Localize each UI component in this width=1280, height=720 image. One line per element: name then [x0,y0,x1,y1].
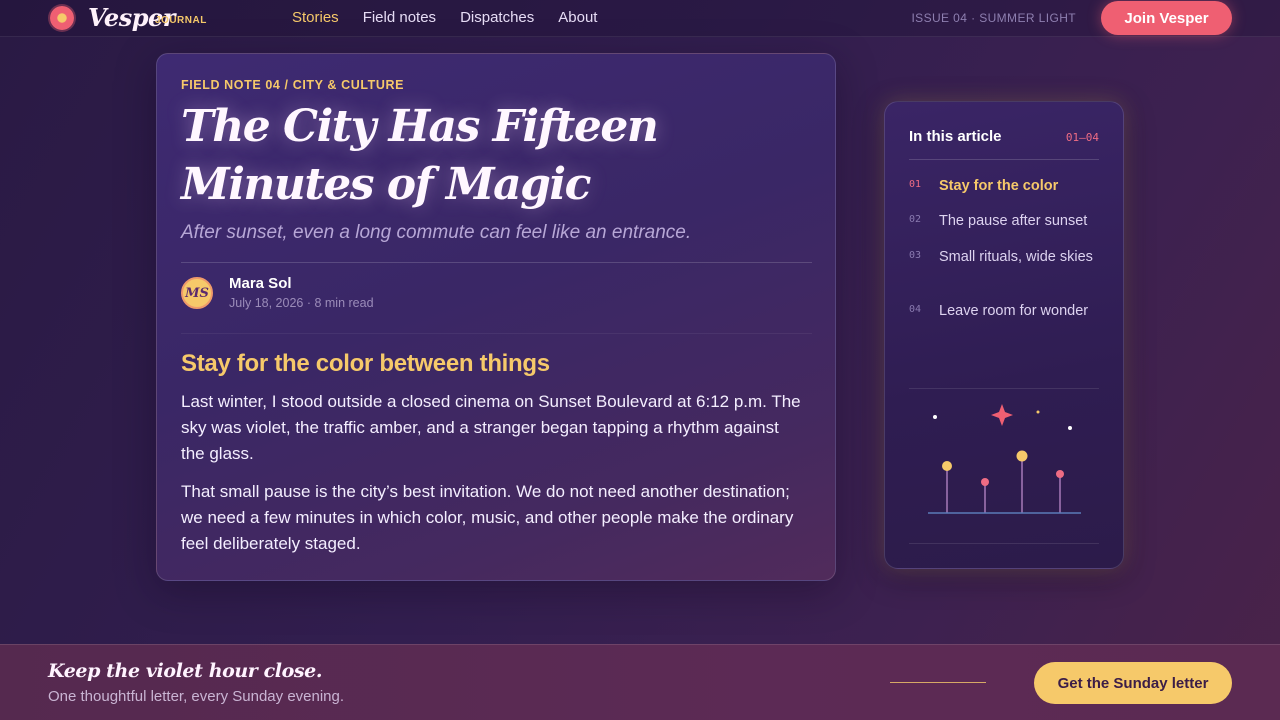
toc-item-stay-for-the-color[interactable]: 01 Stay for the color [909,177,1104,196]
toc-item-number: 03 [909,250,922,261]
join-vesper-button[interactable]: Join Vesper [1101,1,1232,35]
divider [909,159,1099,160]
decorative-line [890,682,986,683]
divider [909,388,1099,389]
night-city-illustration-icon [928,404,1081,514]
toc-range: 01–04 [1065,131,1099,144]
article-paragraph: Last winter, I stood outside a closed ci… [181,392,801,463]
lamp-icon [942,461,952,471]
nav-dispatches[interactable]: Dispatches [460,9,534,26]
toc-item-small-rituals[interactable]: 03 Small rituals, wide skies [909,248,1104,267]
section-heading: Stay for the color between things [181,350,550,377]
nav-field-notes[interactable]: Field notes [363,9,436,26]
get-sunday-letter-button[interactable]: Get the Sunday letter [1034,662,1232,704]
article-card: FIELD NOTE 04 / CITY & CULTURE The City … [156,53,836,581]
newsletter-footer: Keep the violet hour close. One thoughtf… [0,644,1280,720]
toc-item-label: Small rituals, wide skies [939,249,1093,265]
divider [181,262,812,263]
toc-item-label: Stay for the color [939,178,1059,194]
toc-item-number: 04 [909,304,922,315]
divider [909,543,1099,544]
footer-subtitle: One thoughtful letter, every Sunday even… [48,688,345,705]
article-dek: After sunset, even a long commute can fe… [181,222,692,243]
nav-stories[interactable]: Stories [292,9,339,26]
author-avatar[interactable]: MS [181,277,213,309]
brand-subtitle: JOURNAL [155,15,207,26]
sparkle-icon [991,404,1013,426]
toc-item-label: Leave room for wonder [939,303,1089,319]
top-navigation-bar: Vesper JOURNAL Stories Field notes Dispa… [0,0,1280,37]
star-icon [933,415,937,419]
article-meta: July 18, 2026 · 8 min read [229,296,374,310]
author-name[interactable]: Mara Sol [229,275,292,292]
toc-item-number: 02 [909,214,922,225]
star-icon [1036,410,1040,414]
lamp-icon [1016,450,1028,462]
article-paragraph: That small pause is the city’s best invi… [181,482,794,553]
divider [181,333,812,334]
article-eyebrow: FIELD NOTE 04 / CITY & CULTURE [181,78,405,92]
main-nav: Stories Field notes Dispatches About [292,9,597,26]
toc-item-label: The pause after sunset [939,213,1088,229]
toc-item-number: 01 [909,179,922,190]
table-of-contents: In this article 01–04 01 Stay for the co… [884,101,1124,569]
toc-item-the-pause-after-sunset[interactable]: 02 The pause after sunset [909,212,1104,231]
footer-title: Keep the violet hour close. [48,660,323,682]
star-icon [1068,426,1072,430]
lamp-icon [1056,470,1064,478]
toc-title: In this article [909,128,1002,145]
article-title: The City Has Fifteen Minutes of Magic [181,101,659,210]
nav-about[interactable]: About [558,9,597,26]
toc-item-leave-room-for-wonder[interactable]: 04 Leave room for wonder [909,302,1104,321]
lamp-icon [981,478,989,486]
issue-label: ISSUE 04 · SUMMER LIGHT [911,11,1076,25]
vesper-logo-icon[interactable] [50,6,74,30]
